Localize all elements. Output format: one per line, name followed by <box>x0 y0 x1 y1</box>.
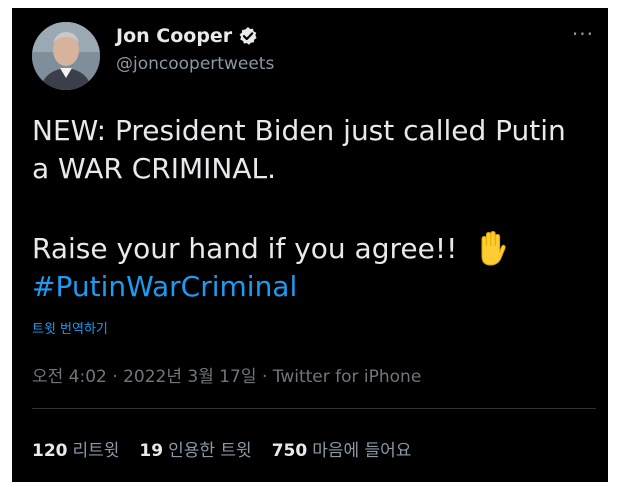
tweet-metadata: 오전 4:02 · 2022년 3월 17일 · Twitter for iPh… <box>32 362 421 387</box>
retweets-label: 리트윗 <box>72 441 120 461</box>
divider <box>32 408 596 409</box>
retweets-count: 120 <box>32 441 68 461</box>
raised-hand-emoji-icon <box>476 230 506 273</box>
engagement-stats: 120 리트윗 19 인용한 트윗 750 마음에 들어요 <box>32 436 411 461</box>
tweet-source[interactable]: Twitter for iPhone <box>273 367 422 387</box>
quote-tweets-label: 인용한 트윗 <box>168 441 252 461</box>
verified-badge-icon <box>238 26 258 46</box>
likes-stat[interactable]: 750 마음에 들어요 <box>272 436 412 461</box>
tweet-time[interactable]: 오전 4:02 <box>32 367 107 387</box>
separator-dot: · <box>261 367 273 387</box>
tweet-card: Jon Cooper @joncoopertweets ··· NEW: Pre… <box>12 8 608 482</box>
retweets-stat[interactable]: 120 리트윗 <box>32 436 119 461</box>
quote-tweets-count: 19 <box>139 441 164 461</box>
author-handle[interactable]: @joncoopertweets <box>116 54 274 74</box>
tweet-text-line-2: a WAR CRIMINAL. <box>32 152 277 185</box>
avatar[interactable] <box>32 22 100 90</box>
more-options-icon[interactable]: ··· <box>572 22 594 46</box>
tweet-text-line-3: Raise your hand if you agree!! <box>32 230 506 273</box>
translate-tweet-link[interactable]: 트윗 번역하기 <box>32 318 108 337</box>
likes-count: 750 <box>271 441 308 461</box>
tweet-date[interactable]: 2022년 3월 17일 <box>123 367 256 387</box>
author-name-text: Jon Cooper <box>116 25 233 47</box>
separator-dot: · <box>112 367 124 387</box>
hashtag-link[interactable]: #PutinWarCriminal <box>32 270 297 303</box>
quote-tweets-stat[interactable]: 19 인용한 트윗 <box>139 436 251 461</box>
tweet-text-line-1: NEW: President Biden just called Putin <box>32 114 566 147</box>
tweet-text-raise-hand: Raise your hand if you agree!! <box>32 232 458 265</box>
author-name[interactable]: Jon Cooper <box>116 25 258 47</box>
avatar-photo <box>32 22 100 90</box>
likes-label: 마음에 들어요 <box>312 441 412 461</box>
